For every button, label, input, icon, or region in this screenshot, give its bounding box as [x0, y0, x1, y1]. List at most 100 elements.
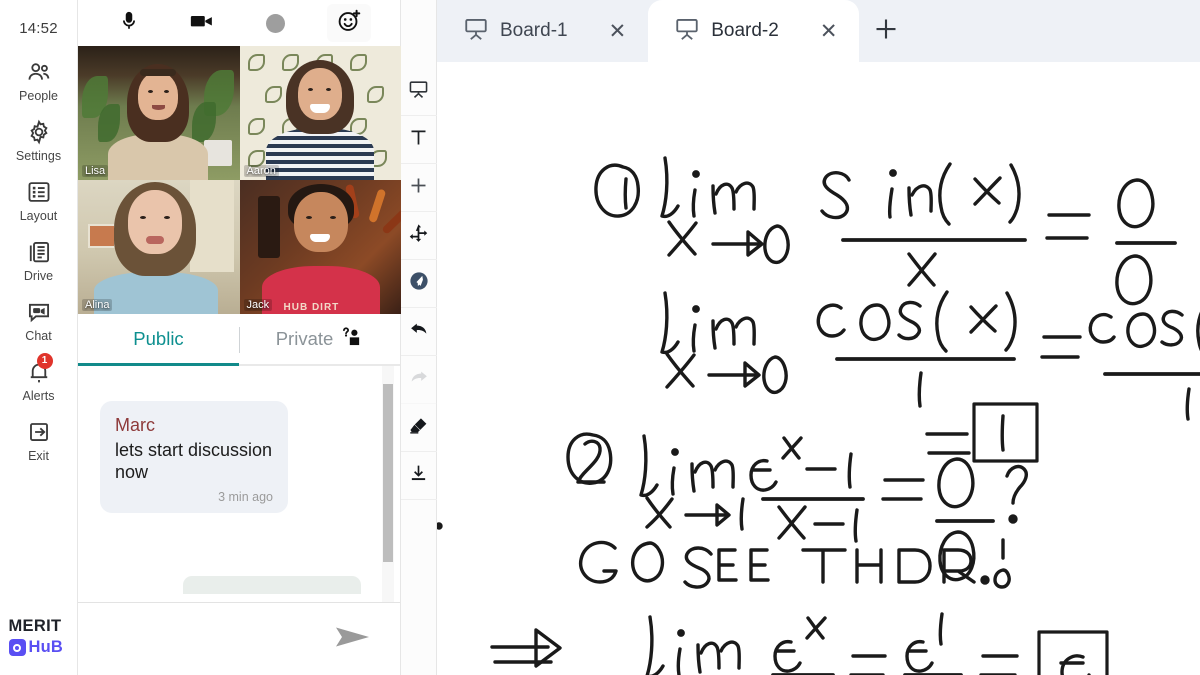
tab-private-label: Private [275, 328, 334, 349]
logo-primary-text: MERIT [8, 617, 62, 635]
video-stream [78, 46, 240, 180]
redo-button[interactable] [400, 356, 437, 404]
camera-button[interactable] [180, 6, 224, 40]
add-tool-button[interactable] [400, 164, 437, 212]
sidebar-item-label: Layout [19, 209, 58, 223]
whiteboard-tool-palette [400, 0, 437, 675]
handwritten-math-ink [437, 156, 1200, 675]
participant-grid: Lisa Aaron Alina HUB DIRT Jack [78, 46, 401, 314]
video-stream [78, 180, 240, 314]
download-button[interactable] [400, 452, 437, 500]
video-chat-panel: Lisa Aaron Alina HUB DIRT Jack Public Pr… [78, 0, 401, 675]
sidebar-item-settings[interactable]: Settings [0, 111, 78, 171]
undo-icon [408, 318, 430, 345]
easel-icon [463, 16, 489, 47]
board-tab-bar: Board-1 ✕ Board-2 ✕ [437, 0, 1200, 62]
plus-icon [408, 175, 429, 201]
record-icon [266, 13, 286, 33]
chat-scrollbar-thumb[interactable] [383, 384, 393, 562]
sidebar-item-people[interactable]: People [0, 51, 78, 111]
drive-icon [26, 239, 52, 265]
undo-button[interactable] [400, 308, 437, 356]
hub-mark-icon [8, 639, 26, 656]
chat-input[interactable] [96, 630, 330, 648]
microphone-icon [118, 10, 140, 37]
status-badge: 1 [36, 353, 53, 369]
microphone-button[interactable] [107, 6, 151, 40]
media-controls-bar [78, 0, 400, 46]
video-stream [239, 46, 401, 180]
chat-icon [26, 299, 52, 325]
close-icon[interactable]: ✕ [820, 21, 838, 42]
logo-secondary-text: HuB [28, 638, 64, 656]
sidebar-item-exit[interactable]: Exit [0, 411, 78, 471]
sidebar-item-label: Chat [25, 329, 52, 343]
tab-public-label: Public [133, 328, 184, 349]
whiteboard-tool-button[interactable] [400, 68, 437, 116]
send-icon [334, 624, 372, 655]
gear-icon [26, 119, 52, 145]
chat-message: Marc lets start discussion now 3 min ago [100, 401, 288, 513]
people-icon [26, 59, 52, 85]
exit-icon [26, 419, 52, 445]
easel-icon [674, 16, 700, 47]
chat-composer [78, 602, 400, 675]
meeting-whiteboard-app: 14:52 People Settings Layout Drive Chat … [0, 0, 1200, 675]
message-author: Marc [115, 415, 155, 435]
sidebar-item-layout[interactable]: Layout [0, 171, 78, 231]
sidebar-item-alerts[interactable]: 1 Alerts [0, 351, 78, 411]
participant-name: Alina [82, 299, 113, 311]
sidebar-item-label: Exit [28, 449, 49, 463]
move-icon [408, 223, 429, 249]
tab-public[interactable]: Public [78, 314, 239, 366]
eraser-button[interactable] [400, 404, 437, 452]
record-button[interactable] [254, 6, 298, 40]
participant-name: Aaron [243, 165, 279, 177]
whiteboard-canvas[interactable] [437, 62, 1200, 675]
participant-tile[interactable]: HUB DIRT Jack [239, 180, 401, 314]
pen-tool-button[interactable] [400, 260, 437, 308]
participant-name: Lisa [82, 165, 109, 177]
download-icon [408, 463, 429, 489]
message-text: lets start discussion now [115, 440, 273, 482]
board-tab-2-label: Board-2 [711, 20, 779, 41]
participant-tile[interactable]: Alina [78, 180, 240, 314]
raise-hand-icon [341, 326, 363, 353]
clock: 14:52 [19, 20, 58, 37]
text-icon [408, 127, 429, 153]
sidebar-item-drive[interactable]: Drive [0, 231, 78, 291]
participant-tile[interactable]: Aaron [239, 46, 401, 180]
chat-tab-bar: Public Private [78, 314, 400, 366]
redo-icon [408, 366, 430, 393]
reaction-icon [337, 8, 362, 38]
video-stream: HUB DIRT [239, 180, 401, 314]
app-logo: MERIT HuB [0, 617, 78, 657]
reaction-button[interactable] [327, 4, 372, 42]
plus-icon [871, 14, 901, 49]
camera-icon [189, 10, 215, 37]
whiteboard-icon [408, 79, 429, 105]
bell-icon: 1 [26, 353, 53, 385]
add-board-button[interactable] [859, 0, 913, 62]
text-tool-button[interactable] [400, 116, 437, 164]
sidebar-item-label: Drive [23, 269, 54, 283]
eraser-icon [408, 415, 429, 441]
whiteboard-area: Board-1 ✕ Board-2 ✕ [437, 0, 1200, 675]
send-button[interactable] [330, 619, 376, 659]
left-nav-rail: 14:52 People Settings Layout Drive Chat … [0, 0, 78, 675]
close-icon[interactable]: ✕ [609, 21, 627, 42]
board-tab-1[interactable]: Board-1 ✕ [437, 0, 648, 62]
sidebar-item-label: Settings [15, 149, 62, 163]
pen-icon [408, 270, 430, 297]
move-tool-button[interactable] [400, 212, 437, 260]
board-tab-1-label: Board-1 [500, 20, 568, 41]
sidebar-item-label: Alerts [22, 389, 55, 403]
chat-message-partial [183, 576, 361, 594]
participant-name: Jack [243, 299, 273, 311]
board-tab-2[interactable]: Board-2 ✕ [648, 0, 860, 62]
sidebar-item-label: People [19, 89, 58, 103]
participant-tile[interactable]: Lisa [78, 46, 240, 180]
tab-private[interactable]: Private [239, 314, 400, 364]
sidebar-item-chat[interactable]: Chat [0, 291, 78, 351]
chat-message-list[interactable]: Marc lets start discussion now 3 min ago [78, 366, 400, 602]
